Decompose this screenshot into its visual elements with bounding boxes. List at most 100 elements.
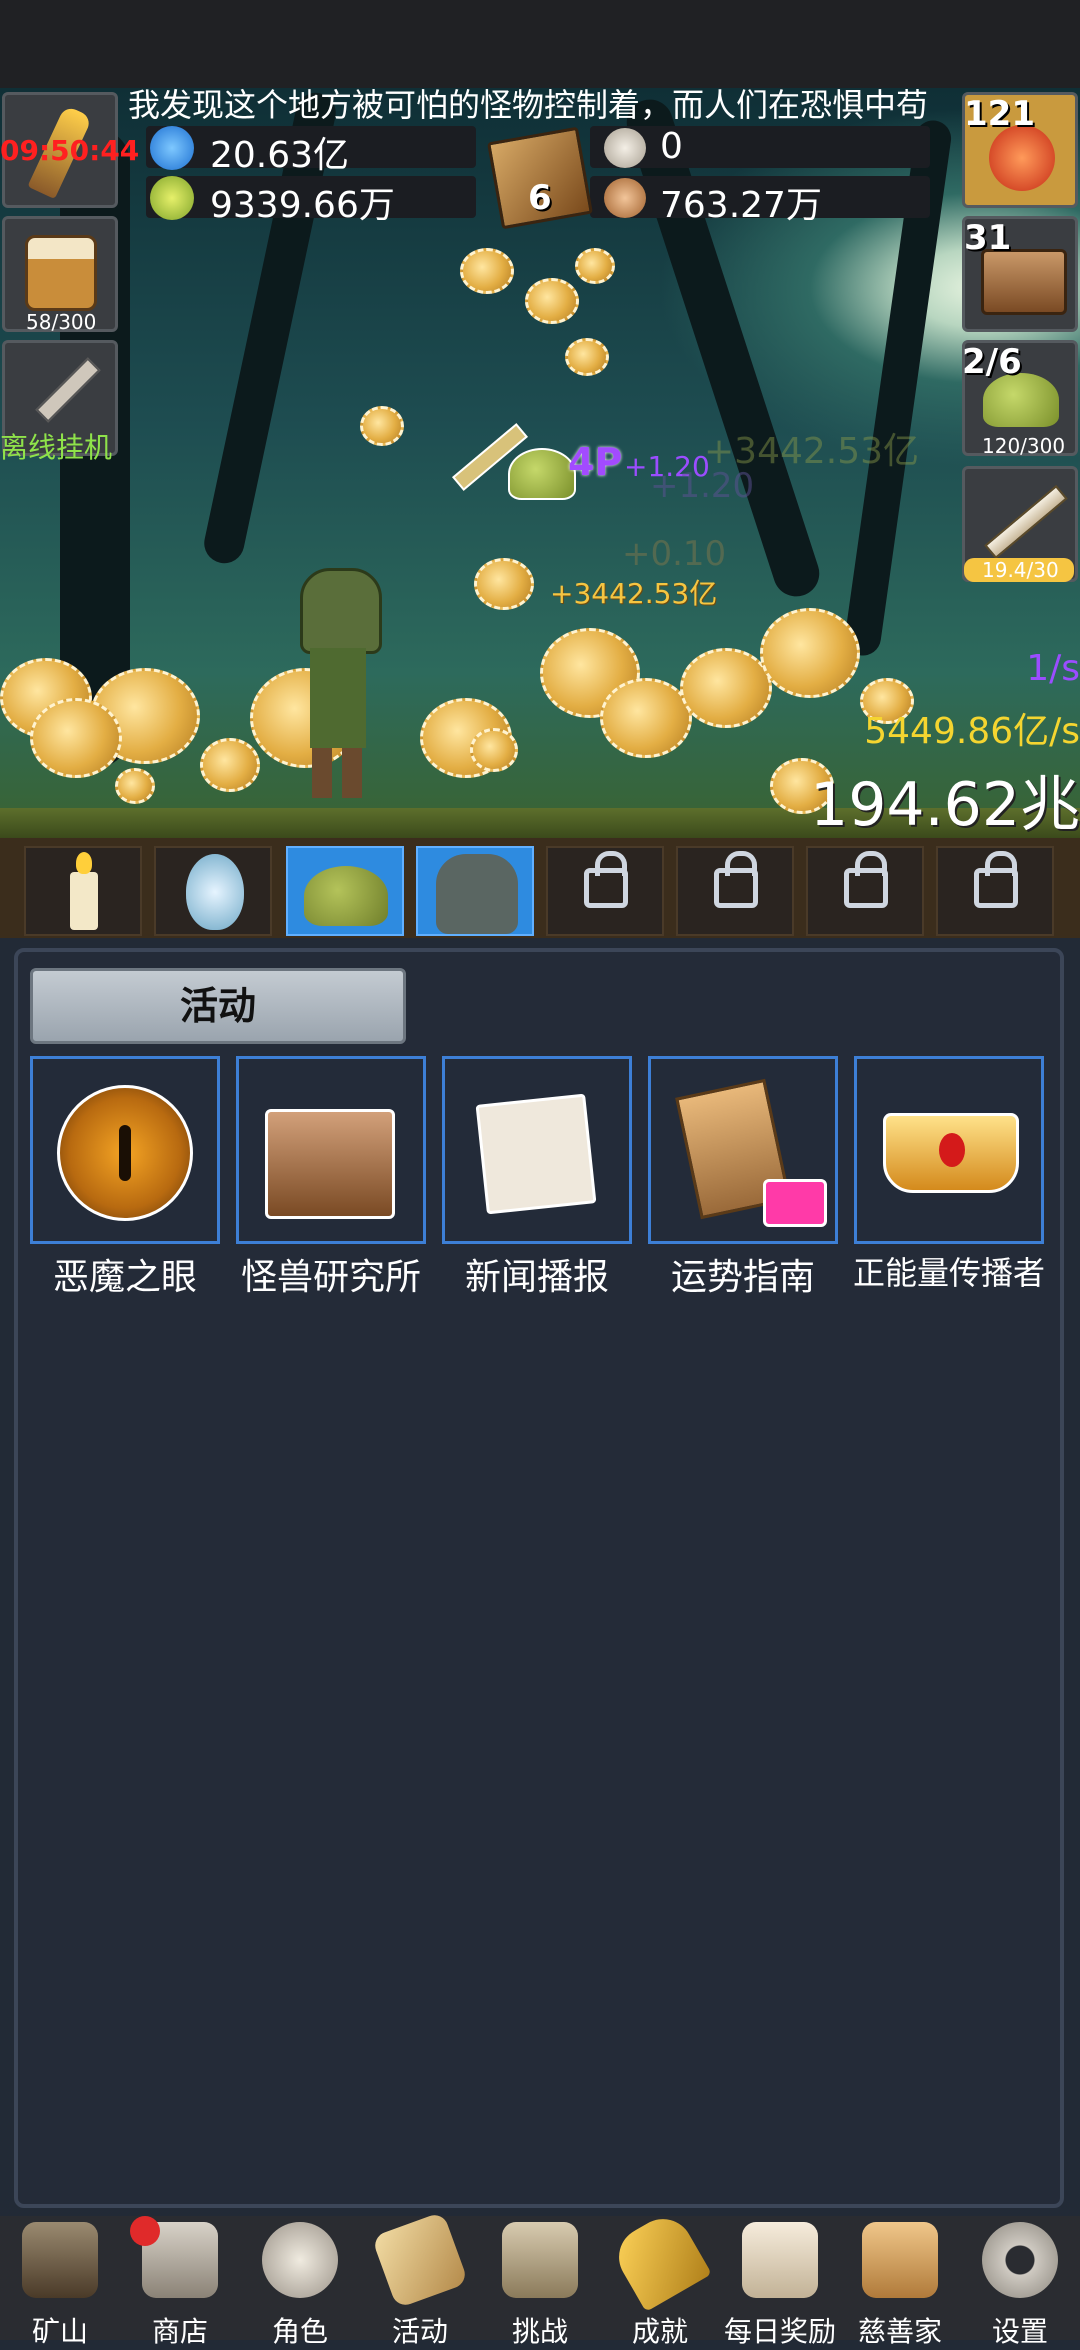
lantern-icon (22, 2222, 98, 2298)
nav-label: 慈善家 (857, 2315, 942, 2348)
total-gold: 194.62兆 (810, 770, 1080, 838)
activity-card-fortune[interactable] (648, 1056, 838, 1244)
gear-icon (982, 2222, 1058, 2298)
coin (200, 738, 260, 792)
flame-icon (76, 852, 92, 874)
map-icon (502, 2222, 578, 2298)
news-icon (475, 1093, 597, 1215)
lock-icon (974, 851, 1018, 908)
nav-label: 每日奖励 (723, 2315, 836, 2348)
lock-icon (584, 851, 628, 908)
damage-float-faded: +0.10 (622, 534, 727, 574)
beer-icon (25, 235, 97, 311)
coin (470, 728, 518, 772)
egg-icon (186, 854, 244, 930)
tab-activity[interactable]: 活动 (30, 968, 406, 1044)
candle-icon (70, 872, 98, 930)
coin (460, 248, 514, 294)
slime-count: 2/6 (962, 342, 1022, 382)
bread-icon (862, 2222, 938, 2298)
status-strip (0, 0, 1080, 88)
activity-card-crown[interactable] (854, 1056, 1044, 1244)
wrench-key-icon (35, 357, 101, 423)
beer-progress: 58/300 (26, 310, 97, 334)
nav-label: 挑战 (511, 2315, 568, 2348)
book-count: 6 (528, 178, 552, 218)
sword-icon (984, 484, 1068, 560)
activity-label: 新闻播报 (464, 1257, 609, 1298)
pet-slime[interactable] (286, 846, 404, 936)
gain-float: +3442.53亿 (550, 577, 718, 610)
bronze-shell-icon (604, 178, 646, 218)
green-potion-amount: 9339.66万 (210, 185, 395, 226)
coin (760, 608, 860, 698)
coin (600, 678, 692, 758)
coin (115, 768, 155, 804)
coin (30, 698, 122, 778)
red-potion-icon (989, 125, 1055, 191)
activity-label: 正能量传播者 (852, 1254, 1045, 1292)
activity-card-news[interactable] (442, 1056, 632, 1244)
chest-icon (981, 249, 1067, 315)
nav-settings[interactable]: 设置 (960, 2216, 1080, 2348)
silver-coin-amount: 0 (660, 126, 683, 167)
offline-label[interactable]: 离线挂机 (0, 426, 112, 466)
timer: 09:50:44 (0, 134, 140, 167)
zombie-icon (436, 854, 518, 934)
nav-label: 矿山 (31, 2315, 88, 2348)
silver-coin-icon (604, 128, 646, 168)
hp-float: 4P (568, 440, 623, 484)
letter-icon (742, 2222, 818, 2298)
slime-progress: 120/300 (982, 434, 1066, 458)
ruby-icon (939, 1133, 965, 1167)
hero-character (300, 568, 382, 798)
nav-label: 设置 (991, 2315, 1048, 2348)
activity-card-monster-lab[interactable] (236, 1056, 426, 1244)
eye-pupil (119, 1125, 131, 1181)
heart-bubble-icon (763, 1179, 827, 1227)
nav-activity[interactable]: 活动 (360, 2211, 480, 2348)
nav-challenge[interactable]: 挑战 (480, 2216, 600, 2348)
blue-potion-amount: 20.63亿 (210, 135, 350, 176)
green-potion-icon (150, 176, 194, 220)
pet-locked-2[interactable] (676, 846, 794, 936)
coin (360, 406, 404, 446)
rate-gold: 5449.86亿/s (864, 711, 1080, 752)
pet-zombie[interactable] (416, 846, 534, 936)
slime-icon (304, 866, 388, 926)
nav-mine[interactable]: 矿山 (0, 2216, 120, 2348)
coin (575, 248, 615, 284)
pet-locked-3[interactable] (806, 846, 924, 936)
nav-philanthropist[interactable]: 慈善家 (840, 2216, 960, 2348)
chest-count: 31 (964, 218, 1012, 258)
story-text: 我发现这个地方被可怕的怪物控制着，而人们在恐惧中苟 (128, 86, 929, 124)
lock-icon (844, 851, 888, 908)
skull-icon (262, 2222, 338, 2298)
blue-potion-icon (150, 126, 194, 170)
pet-egg[interactable] (154, 846, 272, 936)
activity-label: 恶魔之眼 (52, 1257, 197, 1298)
activity-card-demon-eye[interactable] (30, 1056, 220, 1244)
nav-achievement[interactable]: 成就 (600, 2208, 720, 2348)
rate-purple: 1/s (1026, 648, 1080, 689)
nav-character[interactable]: 角色 (240, 2216, 360, 2348)
lock-icon (714, 851, 758, 908)
notification-dot (130, 2216, 160, 2246)
slime-enemy[interactable] (508, 448, 576, 500)
coin (525, 278, 579, 324)
nav-label: 角色 (271, 2315, 328, 2348)
pet-candle[interactable] (24, 846, 142, 936)
pet-bar (0, 838, 1080, 938)
pet-locked-4[interactable] (936, 846, 1054, 936)
nav-daily-reward[interactable]: 每日奖励 (720, 2216, 840, 2348)
nav-label: 商店 (151, 2315, 208, 2348)
nav-label: 活动 (391, 2315, 448, 2348)
coin (680, 648, 772, 728)
nav-shop[interactable]: 商店 (120, 2216, 240, 2348)
tree-trunk (620, 93, 826, 603)
coin (474, 558, 534, 610)
bronze-shell-amount: 763.27万 (660, 185, 822, 226)
coin (565, 338, 609, 376)
pet-locked-1[interactable] (546, 846, 664, 936)
potion-count: 121 (964, 94, 1035, 134)
